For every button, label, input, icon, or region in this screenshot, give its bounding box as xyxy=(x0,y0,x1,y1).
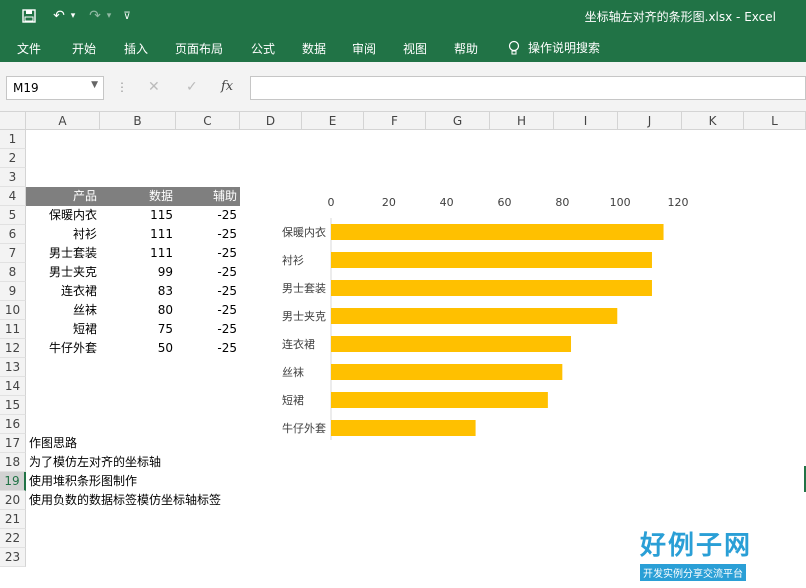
bar[interactable] xyxy=(331,420,476,436)
x-tick-label: 80 xyxy=(555,196,569,209)
bar[interactable] xyxy=(331,308,618,324)
logo-subtitle: 开发实例分享交流平台 xyxy=(640,564,746,581)
site-logo: 好例子网 开发实例分享交流平台 xyxy=(640,525,776,581)
category-label: 短裙 xyxy=(282,393,304,407)
category-label: 牛仔外套 xyxy=(282,421,326,435)
bar-chart[interactable]: 0 20 40 60 80 100 120 保暖内衣衬衫男士套装男士夹克连衣裙丝袜短裙牛仔外套 xyxy=(0,0,806,588)
bar[interactable] xyxy=(331,224,664,240)
x-tick-label: 100 xyxy=(610,196,631,209)
category-label: 男士套装 xyxy=(282,282,326,295)
category-label: 连衣裙 xyxy=(282,337,315,351)
x-tick-label: 0 xyxy=(328,196,335,209)
bar[interactable] xyxy=(331,364,563,380)
bar[interactable] xyxy=(331,336,572,352)
category-label: 衬衫 xyxy=(282,254,304,267)
x-tick-label: 60 xyxy=(498,196,512,209)
bar[interactable] xyxy=(331,392,548,408)
bar[interactable] xyxy=(331,280,652,296)
category-label: 男士夹克 xyxy=(282,310,326,323)
logo-title: 好例子网 xyxy=(640,531,753,561)
category-label: 保暖内衣 xyxy=(282,225,326,239)
bar[interactable] xyxy=(331,252,652,268)
x-tick-label: 20 xyxy=(382,196,396,209)
x-tick-label: 40 xyxy=(440,196,454,209)
category-label: 丝袜 xyxy=(282,365,304,379)
x-tick-label: 120 xyxy=(668,196,689,209)
